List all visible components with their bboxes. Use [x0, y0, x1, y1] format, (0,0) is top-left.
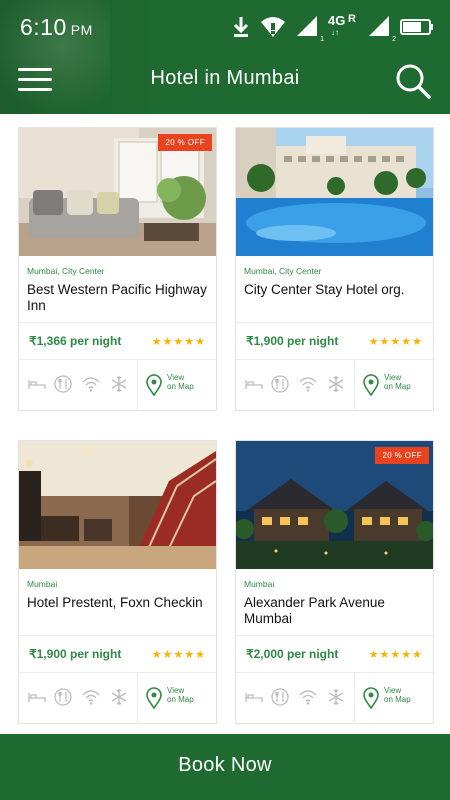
star-rating: ★★★★★ [151, 336, 206, 348]
bed-icon [28, 380, 46, 389]
map-pin-icon [146, 687, 162, 709]
map-pin-icon [363, 687, 379, 709]
hotel-location: Mumbai, City Center [244, 266, 322, 276]
wifi-icon [299, 690, 317, 705]
hotel-grid: 20 % OFF Mumbai, City Center Best Wester… [0, 114, 450, 734]
restaurant-icon [271, 688, 289, 706]
ac-snowflake-icon [328, 376, 344, 392]
battery-icon [400, 19, 433, 35]
bed-icon [28, 693, 46, 702]
wifi-icon [299, 377, 317, 392]
star-rating: ★★★★★ [151, 649, 206, 661]
ac-snowflake-icon [111, 689, 127, 705]
bed-icon [245, 693, 263, 702]
hotel-name[interactable]: Alexander Park Avenue Mumbai [244, 595, 424, 627]
hotel-card[interactable]: Mumbai Hotel Prestent, Foxn Checkin ₹1,9… [18, 440, 217, 724]
app-header: Hotel in Mumbai [0, 52, 450, 114]
hotel-name[interactable]: Best Western Pacific Highway Inn [27, 282, 207, 314]
status-bar: 6:10 PM 1 4G R ↓↑ 2 [0, 0, 450, 52]
hotel-photo [19, 441, 216, 569]
star-rating: ★★★★★ [368, 336, 423, 348]
hotel-location: Mumbai [27, 579, 58, 589]
hotel-name[interactable]: Hotel Prestent, Foxn Checkin [27, 595, 207, 611]
top-band: 6:10 PM 1 4G R ↓↑ 2 Hotel in Mumbai [0, 0, 450, 114]
discount-badge: 20 % OFF [375, 447, 429, 464]
page-title: Hotel in Mumbai [150, 67, 300, 89]
restaurant-icon [54, 688, 72, 706]
status-time: 6:10 PM [20, 14, 93, 40]
download-icon [233, 17, 249, 37]
amenities-row: View on Map [236, 673, 433, 724]
sim2-signal-icon: 2 [368, 15, 396, 43]
bed-icon [245, 380, 263, 389]
wifi-icon [82, 377, 100, 392]
hotel-location: Mumbai, City Center [27, 266, 105, 276]
hotel-card[interactable]: 20 % OFF Mumbai, City Center Best Wester… [18, 127, 217, 411]
map-pin-icon [146, 374, 162, 396]
wifi-icon [82, 690, 100, 705]
view-on-map-button[interactable]: View on Map [356, 360, 433, 411]
amenities-row: View on Map [236, 360, 433, 411]
book-now-button[interactable]: Book Now [0, 734, 450, 800]
hotel-card[interactable]: Mumbai, City Center City Center Stay Hot… [235, 127, 434, 411]
hotel-price: ₹1,900 per night [29, 647, 122, 661]
view-on-map-button[interactable]: View on Map [139, 673, 216, 724]
restaurant-icon [271, 375, 289, 393]
hotel-price: ₹1,366 per night [29, 334, 122, 348]
discount-badge: 20 % OFF [158, 134, 212, 151]
sim1-signal-icon: 1 [296, 15, 324, 43]
hotel-price: ₹1,900 per night [246, 334, 339, 348]
star-rating: ★★★★★ [368, 649, 423, 661]
wifi-signal-icon [261, 17, 285, 37]
hotel-price: ₹2,000 per night [246, 647, 339, 661]
restaurant-icon [54, 375, 72, 393]
amenities-row: View on Map [19, 360, 216, 411]
ac-snowflake-icon [328, 689, 344, 705]
hotel-photo [236, 128, 433, 256]
hotel-location: Mumbai [244, 579, 275, 589]
map-pin-icon [363, 374, 379, 396]
network-type-icon: 4G R ↓↑ [328, 13, 356, 37]
amenities-row: View on Map [19, 673, 216, 724]
view-on-map-button[interactable]: View on Map [356, 673, 433, 724]
hotel-card[interactable]: 20 % OFF Mumbai Alexander Park Avenue Mu… [235, 440, 434, 724]
ac-snowflake-icon [111, 376, 127, 392]
search-icon[interactable] [394, 62, 432, 100]
view-on-map-button[interactable]: View on Map [139, 360, 216, 411]
hotel-name[interactable]: City Center Stay Hotel org. [244, 282, 424, 298]
